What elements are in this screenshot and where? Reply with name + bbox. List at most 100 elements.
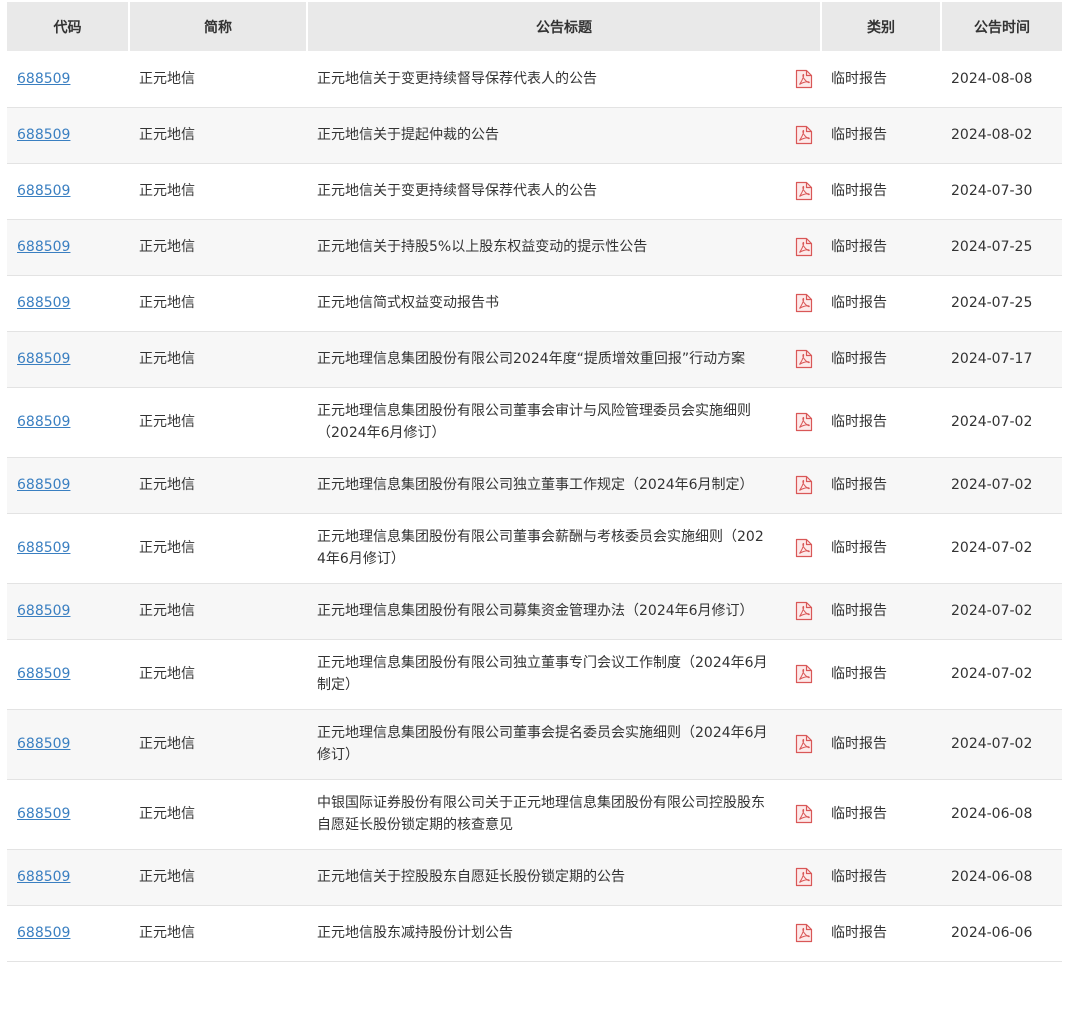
pdf-file-icon[interactable] [795, 867, 813, 887]
pdf-file-icon[interactable] [795, 181, 813, 201]
stock-name: 正元地信 [139, 183, 195, 199]
stock-code-cell: 688509 [7, 275, 129, 331]
announcement-title: 正元地信关于变更持续督导保荐代表人的公告 [317, 70, 597, 87]
stock-name: 正元地信 [139, 925, 195, 941]
announcement-type: 临时报告 [831, 295, 887, 311]
table-row: 688509 正元地信 正元地信关于提起仲裁的公告 临时报告 2024-08-0… [7, 107, 1062, 163]
announcement-date: 2024-08-08 [951, 70, 1033, 87]
stock-code-link[interactable]: 688509 [17, 127, 70, 143]
stock-code-link[interactable]: 688509 [17, 239, 70, 255]
pdf-file-icon[interactable] [795, 475, 813, 495]
stock-name: 正元地信 [139, 736, 195, 752]
announcement-title: 正元地理信息集团股份有限公司募集资金管理办法（2024年6月修订） [317, 603, 754, 619]
column-header-title: 公告标题 [306, 2, 821, 51]
stock-code-cell: 688509 [7, 331, 129, 387]
stock-name: 正元地信 [139, 70, 195, 87]
announcement-date: 2024-08-02 [951, 127, 1033, 143]
stock-code-link[interactable]: 688509 [17, 806, 70, 822]
stock-code-link[interactable]: 688509 [17, 351, 70, 367]
table-row: 688509 正元地信 正元地信关于持股5%以上股东权益变动的提示性公告 临时报… [7, 219, 1062, 275]
announcement-title-cell: 正元地理信息集团股份有限公司独立董事工作规定（2024年6月制定） [307, 457, 821, 513]
column-header-code: 代码 [7, 2, 129, 51]
pdf-file-icon[interactable] [795, 237, 813, 257]
pdf-file-icon[interactable] [795, 412, 813, 432]
column-header-type: 类别 [820, 2, 941, 51]
column-header-date: 公告时间 [940, 2, 1062, 51]
stock-code-cell: 688509 [7, 849, 129, 905]
announcement-title: 正元地信股东减持股份计划公告 [317, 925, 513, 941]
announcement-date: 2024-07-02 [951, 540, 1033, 556]
stock-code-cell: 688509 [7, 583, 129, 639]
announcement-type: 临时报告 [831, 414, 887, 430]
announcement-type: 临时报告 [831, 540, 887, 556]
announcement-date: 2024-07-02 [951, 666, 1033, 682]
announcement-date: 2024-07-02 [951, 477, 1033, 493]
table-row: 688509 正元地信 中银国际证券股份有限公司关于正元地理信息集团股份有限公司… [7, 779, 1062, 849]
stock-name: 正元地信 [139, 414, 195, 430]
pdf-file-icon[interactable] [795, 734, 813, 754]
stock-name: 正元地信 [139, 869, 195, 885]
pdf-file-icon[interactable] [795, 664, 813, 684]
stock-code-cell: 688509 [7, 709, 129, 779]
stock-code-link[interactable]: 688509 [17, 603, 70, 619]
stock-code-link[interactable]: 688509 [17, 540, 70, 556]
announcement-date: 2024-07-17 [951, 351, 1033, 367]
announcement-type: 临时报告 [831, 183, 887, 199]
announcement-type: 临时报告 [831, 666, 887, 682]
stock-name: 正元地信 [139, 295, 195, 311]
stock-code-link[interactable]: 688509 [17, 414, 70, 430]
announcement-type: 临时报告 [831, 603, 887, 619]
pdf-file-icon[interactable] [795, 349, 813, 369]
announcement-type: 临时报告 [831, 477, 887, 493]
table-row: 688509 正元地信 正元地理信息集团股份有限公司董事会薪酬与考核委员会实施细… [7, 513, 1062, 583]
announcement-title: 正元地理信息集团股份有限公司独立董事专门会议工作制度（2024年6月制定） [317, 655, 768, 693]
announcement-title-cell: 正元地理信息集团股份有限公司董事会审计与风险管理委员会实施细则（2024年6月修… [307, 387, 821, 457]
announcement-title-cell: 正元地理信息集团股份有限公司2024年度“提质增效重回报”行动方案 [307, 331, 821, 387]
announcement-type: 临时报告 [831, 351, 887, 367]
announcement-title: 正元地信关于控股股东自愿延长股份锁定期的公告 [317, 869, 625, 885]
stock-code-cell: 688509 [7, 639, 129, 709]
stock-code-link[interactable]: 688509 [17, 295, 70, 311]
stock-name: 正元地信 [139, 806, 195, 822]
pdf-file-icon[interactable] [795, 293, 813, 313]
announcement-type: 临时报告 [831, 736, 887, 752]
stock-code-cell: 688509 [7, 163, 129, 219]
announcement-title-cell: 正元地理信息集团股份有限公司独立董事专门会议工作制度（2024年6月制定） [307, 639, 821, 709]
pdf-file-icon[interactable] [795, 69, 813, 89]
announcement-title-cell: 正元地信关于持股5%以上股东权益变动的提示性公告 [307, 219, 821, 275]
stock-code-link[interactable]: 688509 [17, 666, 70, 682]
announcement-table: 代码 简称 公告标题 类别 公告时间 688509 正元地信 正元地信关于变更持… [7, 2, 1062, 962]
pdf-file-icon[interactable] [795, 125, 813, 145]
table-row: 688509 正元地信 正元地理信息集团股份有限公司2024年度“提质增效重回报… [7, 331, 1062, 387]
pdf-file-icon[interactable] [795, 923, 813, 943]
stock-code-link[interactable]: 688509 [17, 477, 70, 493]
announcement-type: 临时报告 [831, 869, 887, 885]
stock-code-link[interactable]: 688509 [17, 736, 70, 752]
announcement-date: 2024-07-02 [951, 603, 1033, 619]
announcement-title-cell: 正元地信关于提起仲裁的公告 [307, 107, 821, 163]
announcement-title-cell: 正元地理信息集团股份有限公司董事会薪酬与考核委员会实施细则（2024年6月修订） [307, 513, 821, 583]
announcement-date: 2024-07-02 [951, 414, 1033, 430]
stock-code-link[interactable]: 688509 [17, 71, 70, 87]
stock-code-cell: 688509 [7, 51, 129, 107]
pdf-file-icon[interactable] [795, 804, 813, 824]
table-row: 688509 正元地信 正元地信关于控股股东自愿延长股份锁定期的公告 临时报告 … [7, 849, 1062, 905]
announcement-list: 代码 简称 公告标题 类别 公告时间 688509 正元地信 正元地信关于变更持… [7, 2, 1062, 962]
announcement-title-cell: 正元地信关于控股股东自愿延长股份锁定期的公告 [307, 849, 821, 905]
announcement-date: 2024-07-30 [951, 183, 1033, 199]
pdf-file-icon[interactable] [795, 538, 813, 558]
announcement-type: 临时报告 [831, 806, 887, 822]
stock-code-cell: 688509 [7, 905, 129, 961]
stock-code-link[interactable]: 688509 [17, 869, 70, 885]
stock-code-link[interactable]: 688509 [17, 183, 70, 199]
announcement-title: 正元地理信息集团股份有限公司独立董事工作规定（2024年6月制定） [317, 477, 754, 493]
announcement-title-cell: 正元地信简式权益变动报告书 [307, 275, 821, 331]
table-row: 688509 正元地信 正元地信简式权益变动报告书 临时报告 2024-07-2… [7, 275, 1062, 331]
announcement-title-cell: 正元地理信息集团股份有限公司募集资金管理办法（2024年6月修订） [307, 583, 821, 639]
table-row: 688509 正元地信 正元地理信息集团股份有限公司募集资金管理办法（2024年… [7, 583, 1062, 639]
announcement-type: 临时报告 [831, 70, 887, 87]
stock-code-link[interactable]: 688509 [17, 925, 70, 941]
pdf-file-icon[interactable] [795, 601, 813, 621]
announcement-title: 正元地理信息集团股份有限公司2024年度“提质增效重回报”行动方案 [317, 351, 746, 367]
announcement-title-cell: 正元地信关于变更持续督导保荐代表人的公告 [307, 51, 821, 107]
